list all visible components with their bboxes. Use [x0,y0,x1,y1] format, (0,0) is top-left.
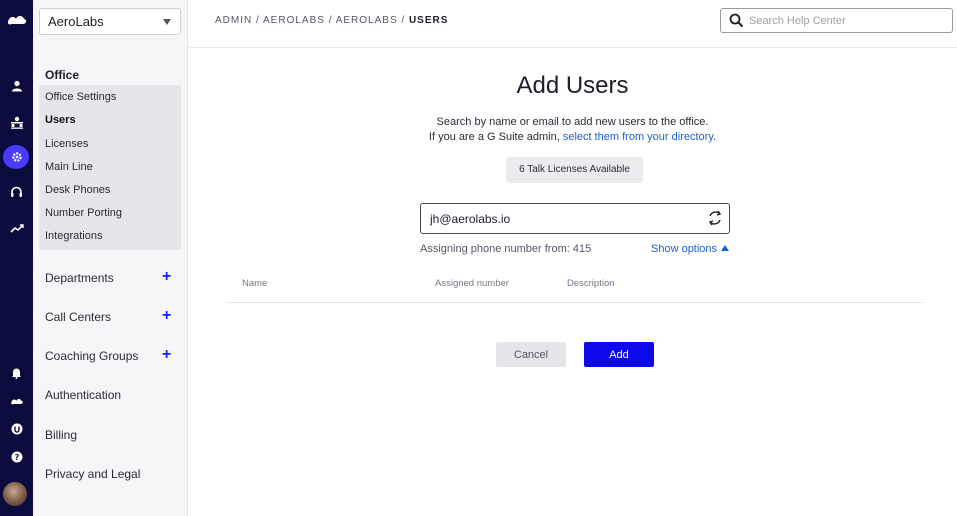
assign-number-text: Assigning phone number from: 415 [420,243,592,255]
sidebar-item-privacy-legal[interactable]: Privacy and Legal [45,467,140,481]
sidebar-item-call-centers[interactable]: Call Centers [45,310,111,324]
help-search-box[interactable] [720,8,953,33]
table-divider [227,302,923,303]
add-call-center-button[interactable]: + [162,308,171,324]
help-icon[interactable]: ? [4,446,29,468]
office-select-value: AeroLabs [48,14,104,29]
search-icon [729,13,744,28]
sidebar-item-office-settings[interactable]: Office Settings [45,91,116,103]
show-options-label: Show options [651,243,718,255]
description-line-2-suffix: . [713,131,717,143]
refresh-icon[interactable] [705,208,725,228]
breadcrumb-current: USERS [408,15,449,26]
sidebar-item-billing[interactable]: Billing [45,428,77,442]
sidebar: AeroLabs Office Office Settings Users Li… [33,0,188,516]
help-search-input[interactable] [749,12,944,29]
sidebar-item-integrations[interactable]: Integrations [45,230,102,242]
user-search-field[interactable] [420,203,730,234]
sidebar-item-users[interactable]: Users [45,114,76,126]
add-department-button[interactable]: + [162,269,171,285]
triangle-up-icon [721,245,730,251]
app-rail: ? [0,0,33,516]
user-search-input[interactable] [430,210,700,227]
logo-small-icon[interactable] [4,390,29,412]
gear-icon[interactable] [4,146,29,168]
description-line-2: If you are a G Suite admin, select them … [188,131,957,143]
shield-icon[interactable] [4,418,29,440]
logo-icon[interactable] [4,9,29,31]
column-header-description: Description [567,278,615,289]
show-options-toggle[interactable]: Show options [651,243,730,255]
cancel-button[interactable]: Cancel [496,342,566,367]
section-title-office: Office [45,68,80,82]
sidebar-item-main-line[interactable]: Main Line [45,161,93,173]
column-header-name: Name [242,278,268,289]
header-divider [188,47,957,48]
sidebar-item-departments[interactable]: Departments [45,271,114,285]
sidebar-item-number-porting[interactable]: Number Porting [45,207,122,219]
directory-link[interactable]: select them from your directory [563,131,713,143]
contact-center-icon[interactable] [4,111,29,133]
sidebar-item-licenses[interactable]: Licenses [45,138,88,150]
sidebar-item-authentication[interactable]: Authentication [45,388,121,402]
bell-icon[interactable] [4,362,29,384]
person-icon[interactable] [4,75,29,97]
licenses-available-button[interactable]: 6 Talk Licenses Available [506,157,643,183]
page-title: Add Users [516,72,629,99]
breadcrumb: ADMIN / AEROLABS / AEROLABS / USERS [215,15,448,26]
analytics-icon[interactable] [4,217,29,239]
add-coaching-group-button[interactable]: + [162,347,171,363]
svg-text:?: ? [14,453,19,462]
column-header-assigned-number: Assigned number [435,278,509,289]
office-select[interactable]: AeroLabs [39,8,181,35]
add-button[interactable]: Add [584,342,654,367]
breadcrumb-path[interactable]: ADMIN / AEROLABS / AEROLABS / [215,15,409,26]
description-line-1: Search by name or email to add new users… [436,116,709,128]
headset-icon[interactable] [4,181,29,203]
description-line-2-prefix: If you are a G Suite admin, [428,131,563,143]
avatar[interactable] [3,482,27,506]
chevron-down-icon [163,19,171,25]
sidebar-item-coaching-groups[interactable]: Coaching Groups [45,349,138,363]
sidebar-item-desk-phones[interactable]: Desk Phones [45,184,110,196]
